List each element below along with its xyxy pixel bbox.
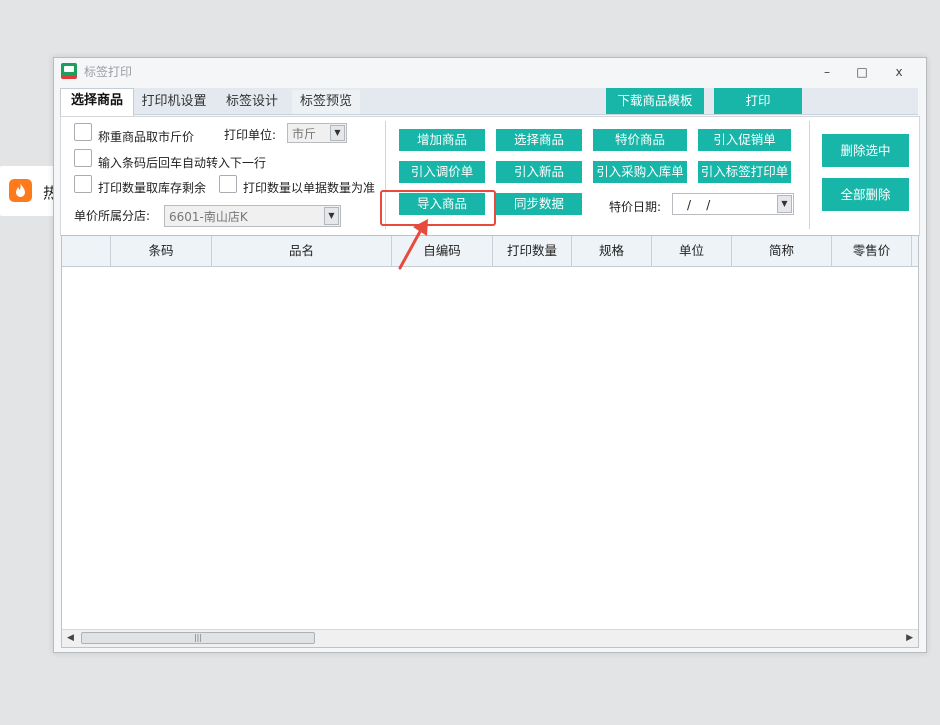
annotation-arrow-icon [398,219,428,270]
